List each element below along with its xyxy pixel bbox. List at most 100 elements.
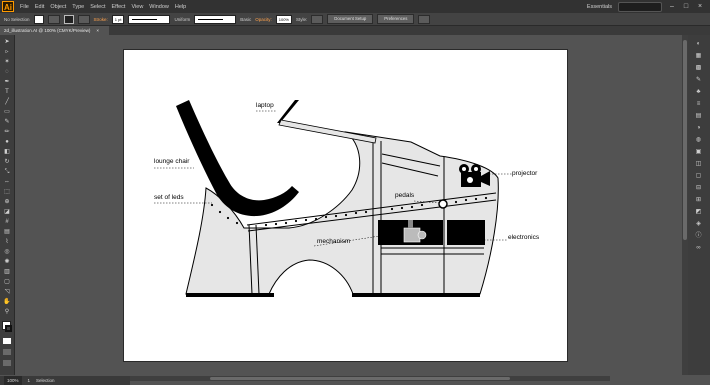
arrow-icon[interactable]: ➤ [3, 39, 11, 46]
label-projector: projector [512, 170, 538, 177]
menu-view[interactable]: View [131, 4, 143, 10]
swatches-icon[interactable]: ▩ [694, 65, 703, 72]
pencil-icon[interactable]: ✏ [3, 129, 11, 136]
label-mechanism: mechanism [317, 238, 350, 245]
status-bar: 100% 1 Selection [0, 376, 130, 385]
vertical-scrollbar[interactable] [682, 35, 688, 375]
direct-select-icon[interactable]: ▹ [3, 49, 11, 56]
minimize-icon[interactable]: – [668, 3, 676, 10]
free-transform-icon[interactable]: ⬚ [3, 189, 11, 196]
variable-width-profile[interactable] [128, 14, 171, 24]
pedal-hub [438, 199, 448, 209]
screen-mode-icon[interactable] [3, 360, 11, 366]
stroke-color-box[interactable] [5, 325, 12, 332]
hand-icon[interactable]: ✋ [3, 299, 11, 306]
paintbrush-icon[interactable]: ✎ [3, 119, 11, 126]
type-icon[interactable]: T [3, 89, 11, 96]
appearance-icon[interactable]: ◍ [694, 137, 703, 144]
slice-icon[interactable]: ◹ [3, 289, 11, 296]
fill-dropdown[interactable] [47, 14, 60, 24]
pathfinder-icon[interactable]: ◩ [694, 209, 703, 216]
zoom-field[interactable]: 100% [4, 376, 22, 385]
opacity-label[interactable]: Opacity: [255, 17, 272, 22]
graph-icon[interactable]: ▥ [3, 269, 11, 276]
current-tool-status: Selection [36, 378, 55, 383]
stroke-swatch[interactable] [63, 14, 74, 24]
artboard-icon[interactable]: ▢ [3, 279, 11, 286]
pen-icon[interactable]: ✒ [3, 79, 11, 86]
eraser-icon[interactable]: ◧ [3, 149, 11, 156]
menu-edit[interactable]: Edit [35, 4, 44, 10]
projector [459, 164, 490, 187]
transparency-icon[interactable]: ◑ [694, 125, 703, 132]
opacity-field[interactable]: 100% [275, 14, 292, 24]
menu-type[interactable]: Type [72, 4, 84, 10]
brushes-icon[interactable]: ✎ [694, 77, 703, 84]
maximize-icon[interactable]: □ [682, 3, 690, 10]
menu-effect[interactable]: Effect [112, 4, 126, 10]
vertical-scroll-thumb[interactable] [683, 40, 687, 240]
symbol-sprayer-icon[interactable]: ✺ [3, 259, 11, 266]
fill-swatch[interactable] [33, 14, 44, 24]
preferences-button[interactable]: Preferences [377, 14, 415, 24]
color-guide-icon[interactable]: ▦ [694, 53, 703, 60]
stroke-weight-field[interactable]: 1 pt [111, 14, 125, 24]
magic-wand-icon[interactable]: ✶ [3, 59, 11, 66]
graphic-styles-icon[interactable]: ▣ [694, 149, 703, 156]
brush-definition[interactable] [194, 14, 237, 24]
rotate-icon[interactable]: ↻ [3, 159, 11, 166]
layers-icon[interactable]: ◫ [694, 161, 703, 168]
navigator-icon[interactable]: ◈ [694, 221, 703, 228]
workspace-switcher[interactable]: Essentials [587, 4, 612, 10]
close-icon[interactable]: × [696, 3, 704, 10]
symbols-icon[interactable]: ♣ [694, 89, 703, 96]
horizontal-scroll-thumb[interactable] [210, 377, 510, 380]
width-icon[interactable]: ⇔ [3, 179, 11, 186]
lasso-icon[interactable]: ◌ [3, 69, 11, 76]
document-tab-bar: 2d_illustration.AI @ 100% (CMYK/Preview)… [0, 26, 710, 35]
gradient-icon[interactable]: ▤ [3, 229, 11, 236]
laptop-screen [277, 100, 299, 123]
search-input[interactable] [618, 1, 662, 12]
info-icon[interactable]: ⓘ [694, 233, 703, 240]
color-panel-icon[interactable]: ◐ [694, 41, 703, 48]
document-tab-title: 2d_illustration.AI @ 100% (CMYK/Preview) [4, 28, 91, 33]
style-dropdown[interactable] [311, 14, 324, 24]
perspective-icon[interactable]: ◪ [3, 209, 11, 216]
eyedropper-icon[interactable]: ⌇ [3, 239, 11, 246]
menu-object[interactable]: Object [50, 4, 66, 10]
document-tab[interactable]: 2d_illustration.AI @ 100% (CMYK/Preview)… [0, 26, 109, 35]
horizontal-scrollbar[interactable] [130, 376, 610, 381]
ground-bar-left [186, 293, 274, 297]
menu-select[interactable]: Select [90, 4, 105, 10]
label-set-of-leds: set of leds [154, 194, 184, 201]
tab-close-icon[interactable]: × [96, 28, 99, 33]
transform-icon[interactable]: ⊞ [694, 197, 703, 204]
zoom-icon[interactable]: ⚲ [3, 309, 11, 316]
selection-status: No Selection [4, 16, 30, 22]
line-icon[interactable]: ╱ [3, 99, 11, 106]
mesh-icon[interactable]: # [3, 219, 11, 226]
arrange-icon[interactable] [418, 14, 431, 24]
ground-bar-right [352, 293, 480, 297]
artboard[interactable]: laptop lounge chair set of leds pedals p… [124, 50, 567, 361]
stroke-icon[interactable]: ≡ [694, 101, 703, 108]
color-mode-icon[interactable] [3, 338, 11, 344]
draw-mode-icon[interactable] [3, 349, 11, 355]
scale-icon[interactable]: ⤡ [3, 169, 11, 176]
rectangle-icon[interactable]: ▭ [3, 109, 11, 116]
stroke-dropdown[interactable] [77, 14, 90, 24]
links-icon[interactable]: ∞ [694, 245, 703, 252]
stroke-label[interactable]: Stroke: [94, 17, 108, 22]
menu-file[interactable]: File [20, 4, 29, 10]
blend-icon[interactable]: ◎ [3, 249, 11, 256]
align-icon[interactable]: ⊟ [694, 185, 703, 192]
gradient-panel-icon[interactable]: ▤ [694, 113, 703, 120]
menu-help[interactable]: Help [175, 4, 186, 10]
menu-window[interactable]: Window [149, 4, 169, 10]
document-setup-button[interactable]: Document Setup [327, 14, 374, 24]
blob-brush-icon[interactable]: ● [3, 139, 11, 146]
artboards-icon[interactable]: ▢ [694, 173, 703, 180]
shape-builder-icon[interactable]: ⊕ [3, 199, 11, 206]
artboard-number[interactable]: 1 [28, 376, 31, 385]
